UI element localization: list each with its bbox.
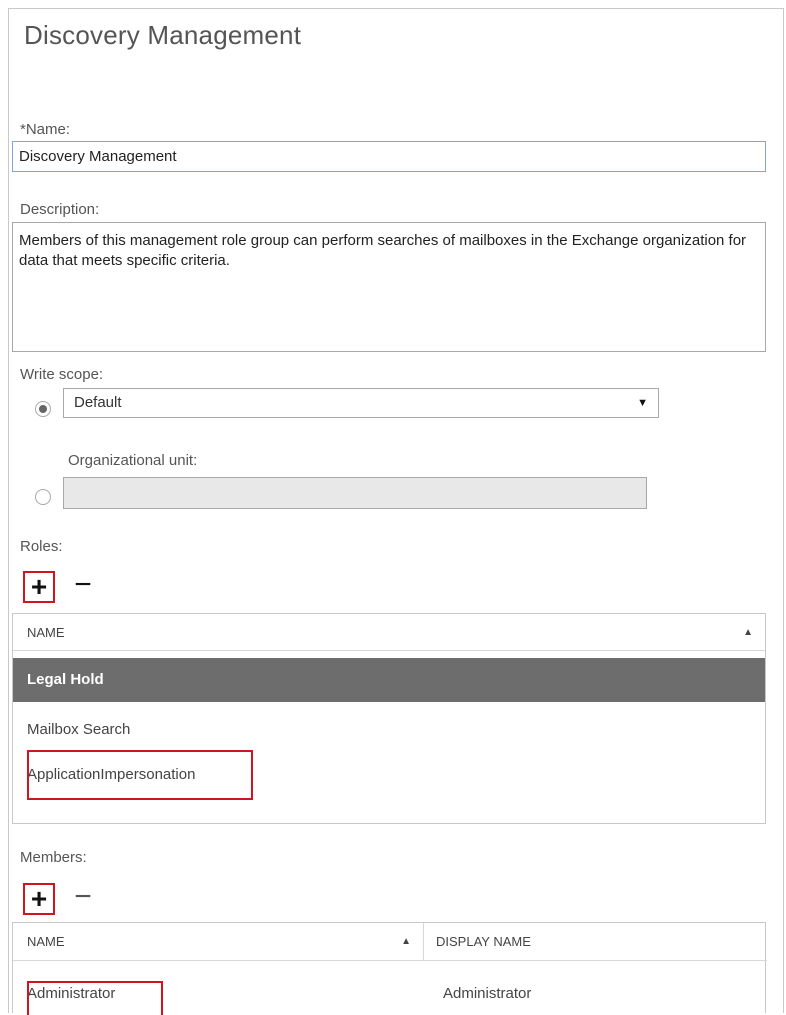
organizational-unit-radio[interactable] — [35, 489, 51, 505]
roles-name-column-header[interactable]: NAME ▲ — [13, 614, 765, 651]
minus-icon: − — [74, 880, 92, 913]
write-scope-selected-value: Default — [74, 394, 122, 411]
write-scope-label: Write scope: — [20, 366, 104, 383]
write-scope-default-radio[interactable] — [35, 401, 51, 417]
members-display-name-column-header[interactable]: DISPLAY NAME — [424, 923, 767, 961]
sort-ascending-icon: ▲ — [401, 936, 411, 947]
sort-ascending-icon: ▲ — [743, 627, 753, 638]
table-row[interactable]: Mailbox Search — [13, 708, 765, 752]
minus-icon: − — [74, 568, 92, 601]
page-title: Discovery Management — [24, 20, 302, 50]
highlight-box — [27, 981, 163, 1015]
table-row[interactable]: Legal Hold — [13, 658, 765, 702]
description-field[interactable]: Members of this management role group ca… — [12, 222, 766, 352]
members-name-column-header[interactable]: NAME ▲ — [13, 923, 423, 961]
plus-icon: + — [30, 883, 48, 914]
add-role-button[interactable]: + — [23, 571, 55, 603]
plus-icon: + — [30, 571, 48, 602]
description-label: Description: — [20, 201, 100, 218]
add-member-button[interactable]: + — [23, 883, 55, 915]
member-display-name[interactable]: Administrator — [443, 985, 531, 1002]
dropdown-arrow-icon: ▼ — [637, 397, 648, 409]
organizational-unit-label: Organizational unit: — [68, 452, 198, 469]
write-scope-select[interactable]: Default ▼ — [63, 388, 659, 418]
role-name: Mailbox Search — [27, 721, 131, 738]
name-field[interactable]: Discovery Management — [12, 141, 766, 172]
members-label: Members: — [20, 849, 87, 866]
name-label: *Name: — [20, 121, 71, 138]
role-name: Legal Hold — [27, 671, 104, 688]
roles-label: Roles: — [20, 538, 63, 555]
remove-role-button[interactable]: − — [72, 568, 94, 601]
remove-member-button[interactable]: − — [72, 880, 94, 913]
organizational-unit-field[interactable] — [63, 477, 647, 509]
highlight-box — [27, 750, 253, 800]
